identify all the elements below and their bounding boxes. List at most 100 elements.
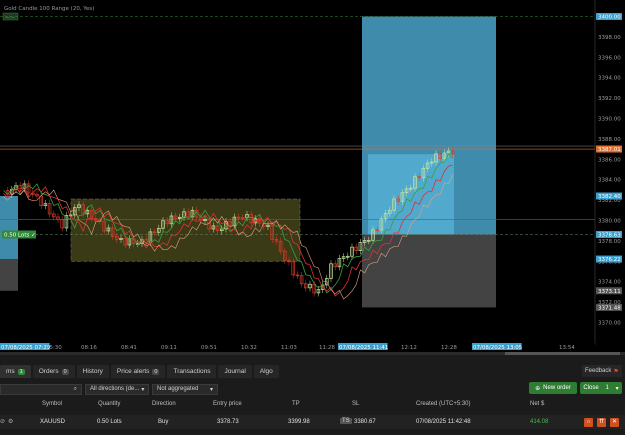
time-label: 11:03 [281,345,297,351]
double-up-icon[interactable]: ⇈ [597,418,606,427]
tab-transactions[interactable]: Transactions [167,365,217,378]
price-tick-label: 3380.00 [598,219,621,225]
gear-icon[interactable]: ⚙ [8,418,13,425]
price-tag: 3387.01 [598,147,621,153]
left-tp-zone [0,196,18,260]
price-tag: 3371.48 [598,305,621,311]
tab-label: Price alerts [116,368,150,375]
new-order-button[interactable]: ⊕ New order [529,382,577,394]
chart-canvas[interactable]: Gold Candle 100 Range (20, Yes) --:-- 3400… [0,0,625,355]
price-tag: 3382.40 [598,194,621,200]
tab-history[interactable]: History [76,365,109,378]
price-tick-label: 3370.00 [598,321,621,327]
aggregation-select[interactable]: Not aggregated ▾ [152,383,218,395]
price-tick-label: 3398.00 [598,35,621,41]
time-label: 11:28 [319,345,335,351]
directions-select[interactable]: All directions (de... ▾ [85,383,149,395]
close-button[interactable]: Close 1 ▾ [580,382,622,394]
time-label: 08:16 [81,345,97,351]
time-label: 07/08/2025 11:41 [339,345,388,351]
price-tick-label: 3384.00 [598,178,621,184]
tab-label: Transactions [173,368,211,375]
sl-trailing-badge: TS [340,418,352,424]
price-tick-label: 3396.00 [598,55,621,61]
feedback-label: Feedback [585,368,612,374]
time-label: 08:41 [121,345,137,351]
price-tick-label: 3378.00 [598,239,621,245]
close-label: Close [583,385,599,391]
chart-title: Gold Candle 100 Range (20, Yes) [4,6,94,12]
row-sl[interactable]: 3380.67 [354,419,376,425]
position-tag[interactable]: 0.50 Lots ✓ [4,232,36,238]
price-chart[interactable]: Gold Candle 100 Range (20, Yes) --:-- 3400… [0,0,625,355]
trading-panel: ms 1 Orders 0 History Price alerts 0 Transactio… [0,355,625,435]
panel-tabs: ms 1 Orders 0 History Price alerts 0 Transactio… [0,365,279,379]
col-net: Net $ [530,401,545,407]
price-tick-label: 3392.00 [598,96,621,102]
chevron-down-icon: ▾ [141,386,145,393]
position-row[interactable]: ⊘ ⚙ XAUUSD 0.50 Lots Buy 3378.73 3399.98… [0,415,625,429]
tab-label: Algo [259,368,273,375]
tab-count-badge: 0 [152,368,160,375]
col-sl: SL [352,401,360,407]
chevron-down-icon: ▾ [615,385,619,392]
new-order-icon: ⊕ [535,385,541,392]
filter-bar: ⌕ All directions (de... ▾ Not aggregated… [0,383,218,395]
tab-label: History [82,368,103,375]
time-label: 09:51 [201,345,217,351]
time-label: 12:28 [441,345,457,351]
row-net: 414.08 [530,419,549,425]
feedback-button[interactable]: Feedback ⚑ [582,365,622,377]
row-symbol: XAUUSD [40,419,66,425]
col-created: Created (UTC+5:30) [416,401,471,407]
time-label: 09:11 [161,345,177,351]
new-order-label: New order [543,385,571,391]
time-label: C+5:30 [41,345,62,351]
price-tick-label: 3374.00 [598,280,621,286]
price-tag: 3400.00 [598,15,621,21]
row-tp[interactable]: 3399.98 [288,419,310,425]
price-tick-label: 3388.00 [598,137,621,143]
positions-header: Symbol Quantity Direction Entry price TP… [0,401,625,411]
top-left-tag: --:-- [5,15,15,21]
search-input[interactable]: ⌕ [0,383,82,395]
price-tick-label: 3390.00 [598,117,621,123]
row-created: 07/08/2025 11:42:48 [416,419,471,425]
col-quantity: Quantity [98,401,121,407]
tab-algo[interactable]: Algo [253,365,279,378]
tab-price-alerts[interactable]: Price alerts 0 [110,365,166,378]
time-label: 07/08/2025 13:05 [473,345,523,351]
time-label: 12:12 [401,345,417,351]
col-symbol: Symbol [42,401,63,407]
position-icon[interactable]: ⊘ [0,418,5,425]
col-direction: Direction [152,401,176,407]
position-highlight-zone [368,154,454,235]
price-tick-label: 3394.00 [598,76,621,82]
aggregation-value: Not aggregated [157,386,199,392]
flag-icon: ⚑ [613,368,619,375]
tab-label: Orders [38,368,59,375]
time-label: 13:54 [559,345,575,351]
tab-count-badge: 1 [17,368,25,375]
price-tick-label: 3386.00 [598,157,621,163]
chevron-down-icon: ▾ [209,386,213,393]
close-icon[interactable]: ✕ [610,418,619,427]
tab-orders[interactable]: Orders 0 [32,365,75,378]
tab-journal[interactable]: Journal [218,365,252,378]
price-tag: 3376.22 [598,257,621,263]
reverse-icon[interactable]: ∩ [584,418,593,427]
left-sl-zone [0,259,18,291]
col-tp: TP [292,401,300,407]
tab-label: Journal [224,368,246,375]
tab-label: ms [6,368,15,375]
price-tag: 3378.63 [598,232,621,238]
directions-value: All directions (de... [90,386,140,392]
col-entry-price: Entry price [213,401,242,407]
row-direction: Buy [158,419,169,425]
row-quantity: 0.50 Lots [97,419,122,425]
close-count: 1 [605,385,609,391]
tab-count-badge: 0 [61,368,69,375]
row-entry-price: 3378.73 [217,419,239,425]
search-icon: ⌕ [73,385,77,392]
tab-ms[interactable]: ms 1 [0,365,31,378]
